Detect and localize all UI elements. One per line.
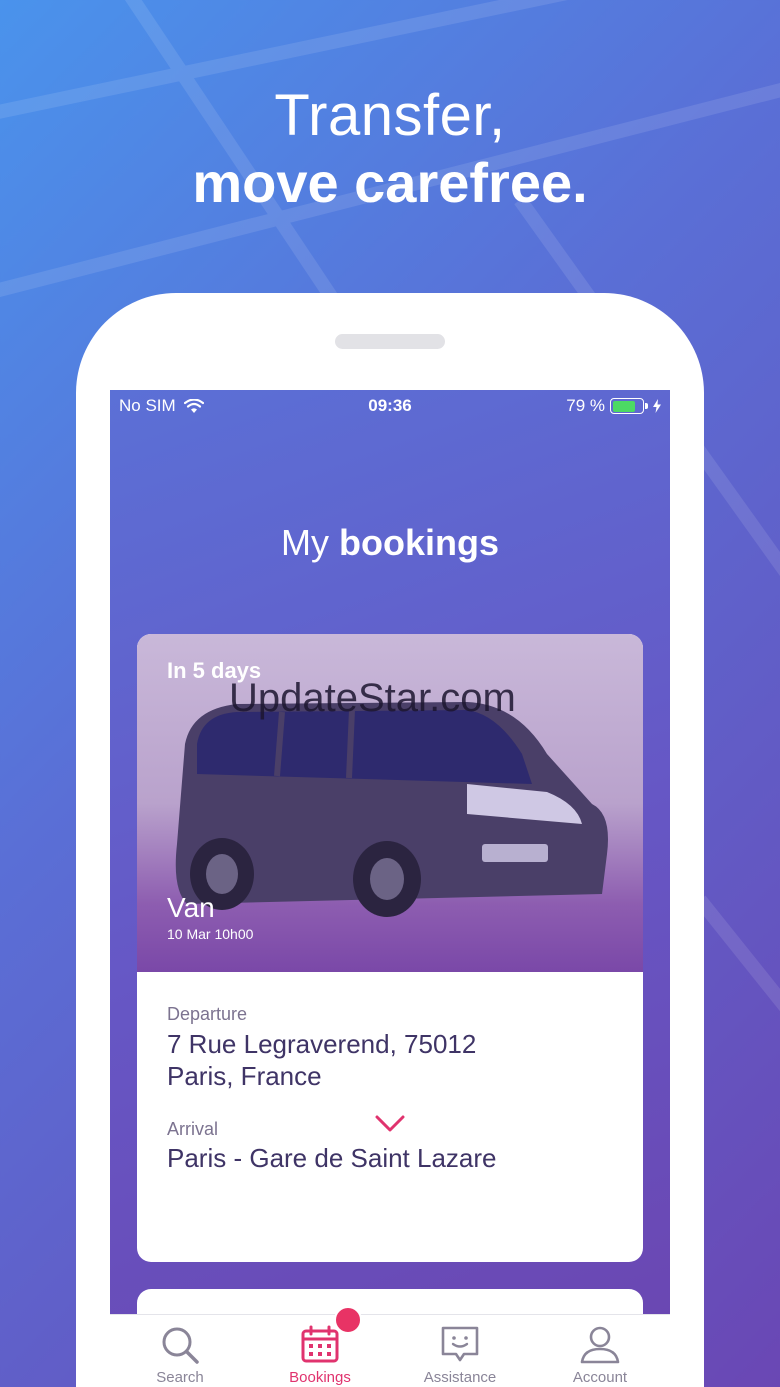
app-screen: No SIM 09:36 79 % My bookings In 5 days … [110, 390, 670, 1387]
arrival-label: Arrival [167, 1119, 219, 1139]
departure-address-line1: 7 Rue Legraverend, 75012 [167, 1029, 477, 1059]
battery-fill [612, 400, 636, 412]
arrival-address: Paris - Gare de Saint Lazare [167, 1143, 497, 1173]
chat-icon [441, 1326, 479, 1362]
booking-hero: In 5 days UpdateStar.com Van 10 Mar 10h0… [137, 634, 643, 972]
page-title: My bookings [110, 522, 670, 564]
tab-account-label: Account [572, 1369, 628, 1386]
tab-search[interactable]: Search [110, 1315, 250, 1387]
battery-icon [610, 398, 648, 414]
promo-headline-line2: move carefree. [192, 151, 588, 214]
battery-percent: 79 % [566, 396, 605, 415]
booking-datetime: 10 Mar 10h00 [167, 926, 254, 942]
tab-assistance-label: Assistance [423, 1369, 497, 1386]
page-title-bold: bookings [339, 522, 499, 563]
user-icon [580, 1326, 620, 1364]
tab-assistance[interactable]: Assistance [390, 1315, 530, 1387]
search-icon [162, 1327, 199, 1364]
promo-headline-line1: Transfer, [274, 83, 506, 148]
tab-bookings[interactable]: Bookings [250, 1315, 390, 1387]
status-bar: No SIM 09:36 79 % [110, 390, 670, 422]
page-title-light: My [280, 522, 329, 563]
calendar-icon [301, 1325, 339, 1363]
notification-badge [334, 1306, 362, 1334]
phone-speaker [335, 334, 445, 349]
booking-card[interactable]: In 5 days UpdateStar.com Van 10 Mar 10h0… [137, 634, 643, 1262]
tab-search-label: Search [156, 1369, 204, 1386]
tab-bar: Search Bookings Assistance Account [110, 1306, 670, 1387]
vehicle-type: Van [167, 892, 215, 923]
chevron-down-icon[interactable] [374, 1114, 406, 1134]
departure-label: Departure [167, 1004, 248, 1024]
watermark: UpdateStar.com [229, 676, 516, 720]
departure-address-line2: Paris, France [167, 1061, 322, 1091]
tab-account[interactable]: Account [530, 1315, 670, 1387]
tab-bookings-label: Bookings [289, 1369, 351, 1386]
charging-icon [653, 399, 661, 413]
